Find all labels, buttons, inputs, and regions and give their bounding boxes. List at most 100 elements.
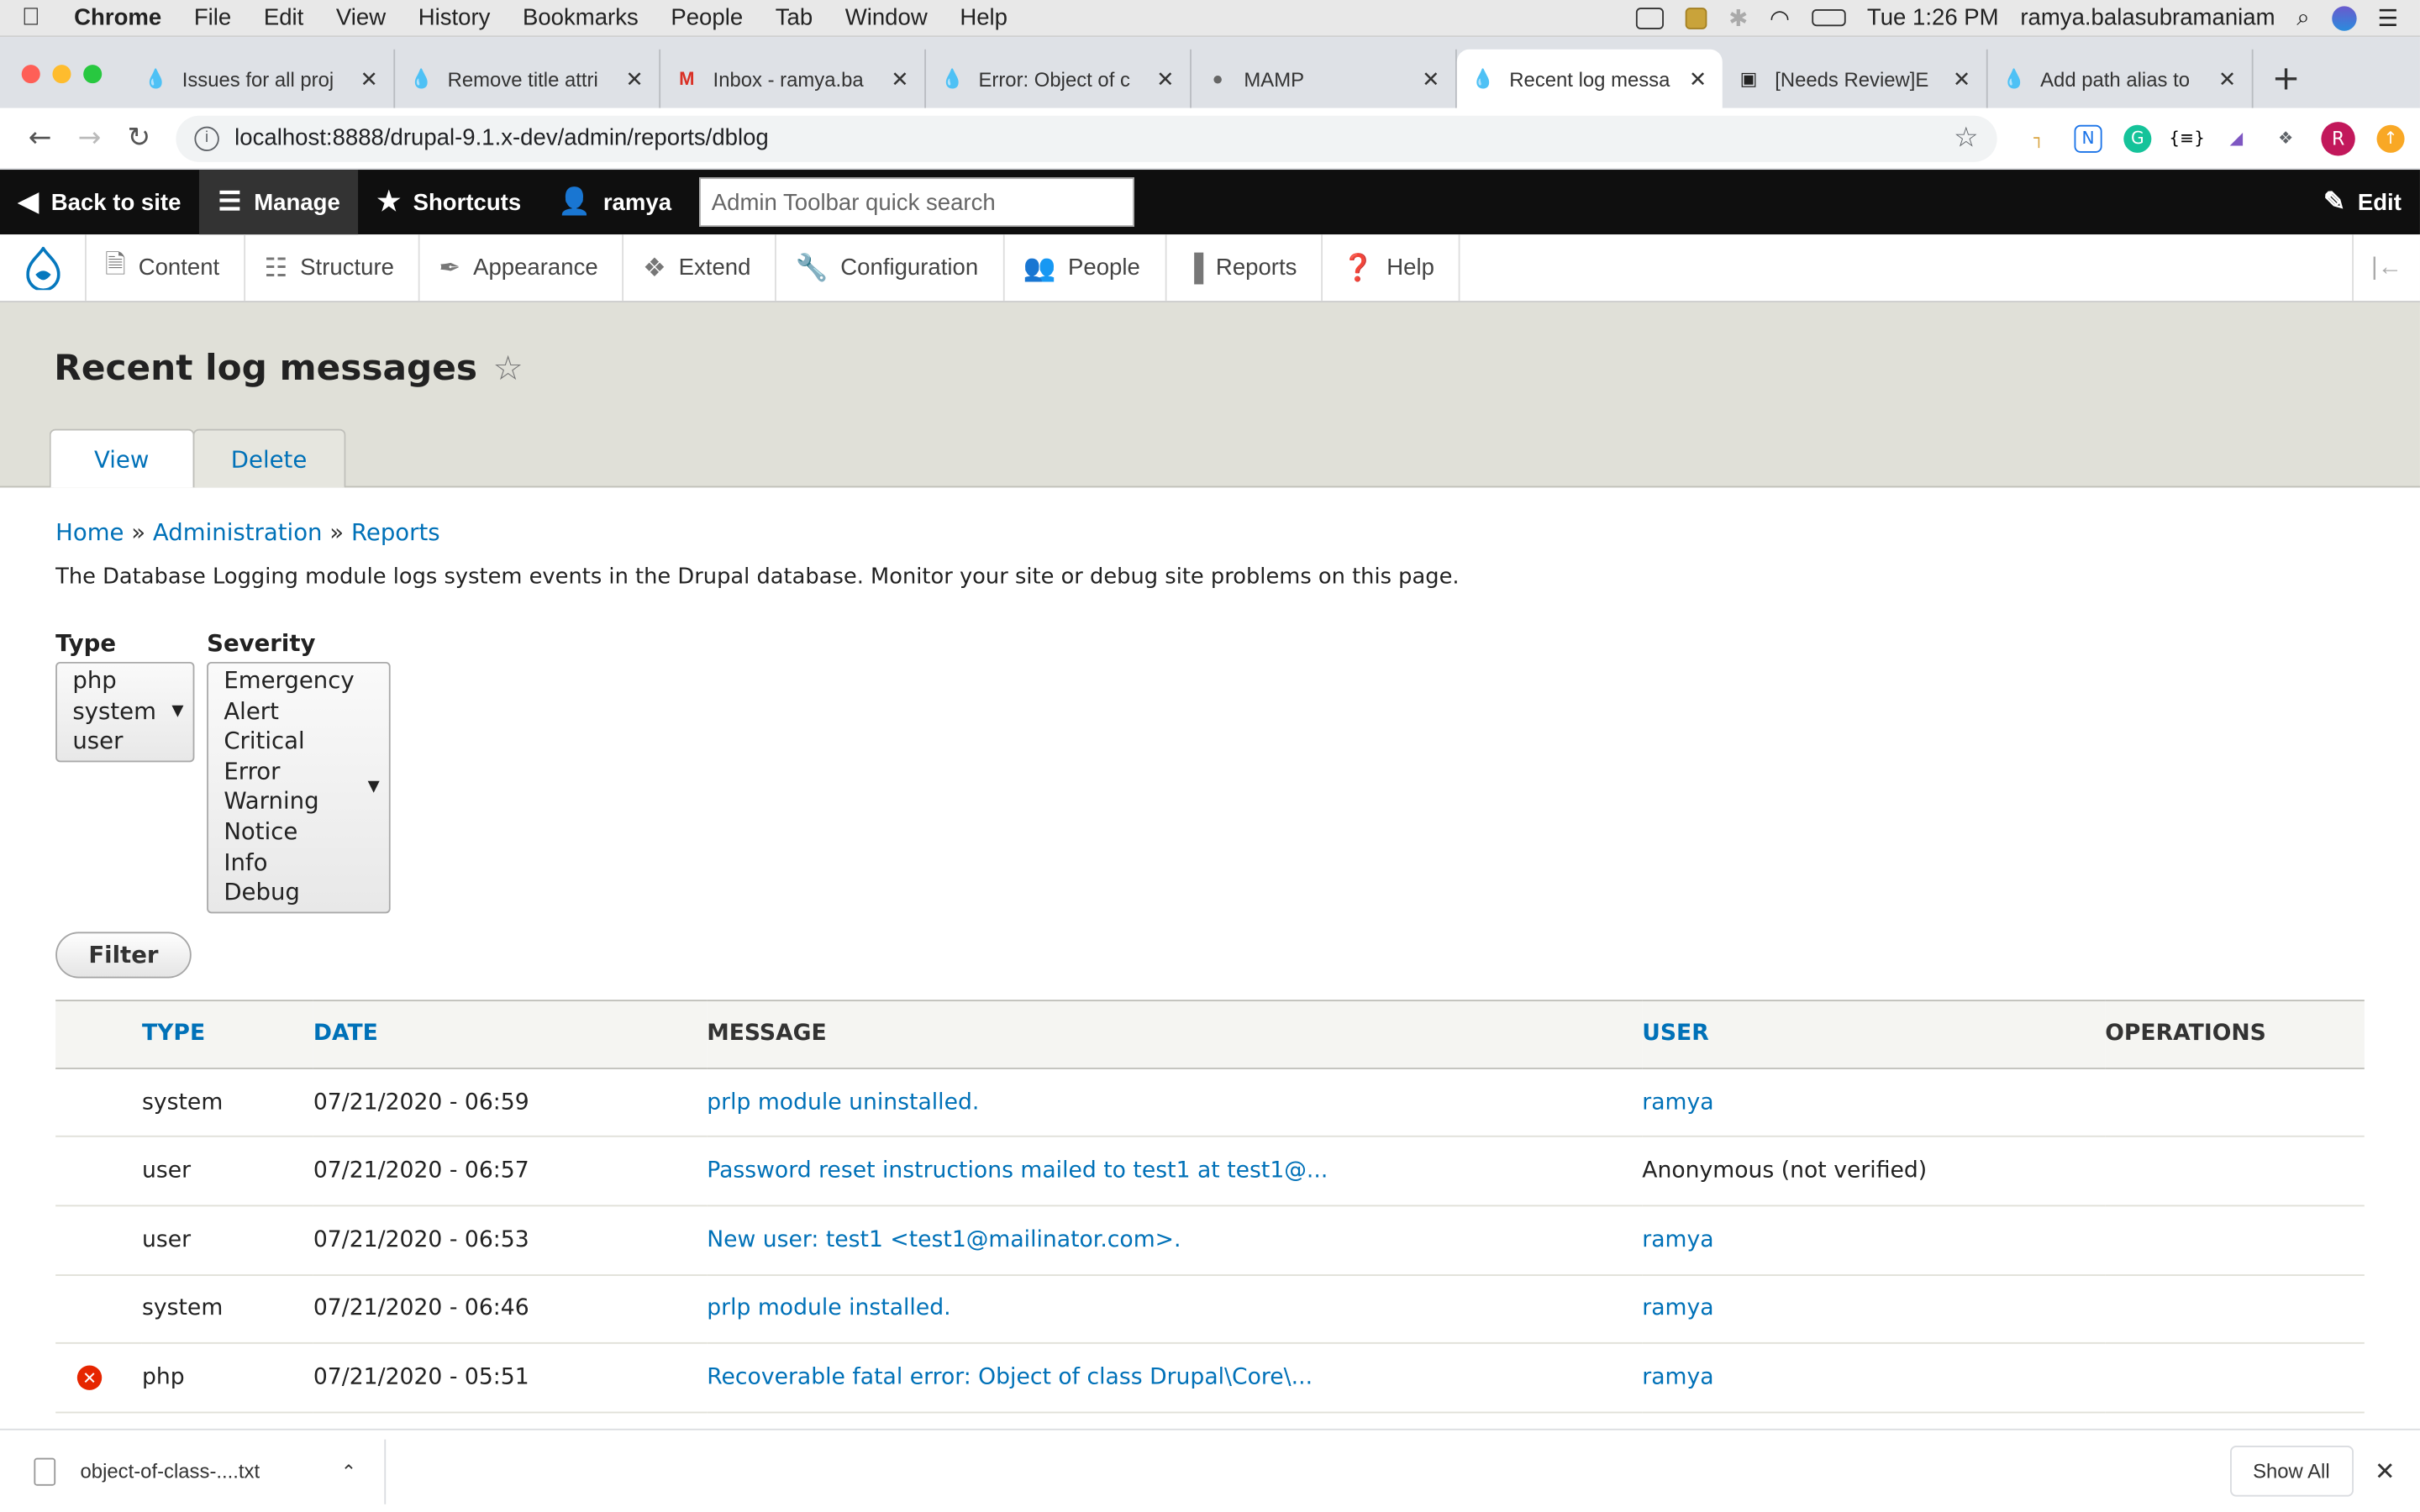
shortcuts-tab[interactable]: ★ Shortcuts — [359, 170, 539, 234]
menu-history[interactable]: History — [418, 5, 491, 31]
bookmark-star-icon[interactable]: ☆ — [1954, 122, 1979, 155]
header-user[interactable]: User — [1642, 1000, 2105, 1068]
url-text[interactable]: localhost:8888/drupal-9.1.x-dev/admin/re… — [234, 125, 769, 151]
shield-icon[interactable] — [1685, 7, 1707, 29]
browser-tab[interactable]: M Inbox - ramya.ba ✕ — [660, 49, 927, 108]
back-to-site-link[interactable]: ◀ Back to site — [0, 170, 199, 234]
tab-close-icon[interactable]: ✕ — [891, 66, 909, 92]
close-downloads-icon[interactable]: ✕ — [2375, 1456, 2396, 1487]
tab-close-icon[interactable]: ✕ — [360, 66, 378, 92]
browser-tab-active[interactable]: 💧 Recent log messa ✕ — [1456, 49, 1723, 108]
extensions-puzzle-icon[interactable]: ❖ — [2272, 124, 2300, 152]
header-date[interactable]: Date — [313, 1000, 707, 1068]
menubar-clock[interactable]: Tue 1:26 PM — [1867, 5, 1999, 31]
browser-tab[interactable]: 💧 Remove title attri ✕ — [395, 49, 661, 108]
browser-tab[interactable]: ● MAMP ✕ — [1192, 49, 1457, 108]
filter-button[interactable]: Filter — [55, 931, 192, 979]
breadcrumb-administration[interactable]: Administration — [153, 518, 323, 546]
browser-tab[interactable]: 💧 Issues for all proj ✕ — [129, 49, 396, 108]
menu-file[interactable]: File — [194, 5, 231, 31]
tab-close-icon[interactable]: ✕ — [1689, 66, 1707, 92]
bluetooth-icon[interactable]: ✱ — [1728, 4, 1748, 31]
new-tab-button[interactable]: + — [2254, 60, 2319, 108]
extension-chart-icon[interactable]: ◢ — [2223, 124, 2250, 152]
severity-select[interactable]: Emergency Alert Critical Error Warning N… — [207, 661, 391, 913]
admin-toolbar-search-input[interactable]: Admin Toolbar quick search — [699, 177, 1135, 227]
screen-capture-icon[interactable] — [1636, 7, 1665, 29]
menu-edit[interactable]: Edit — [264, 5, 303, 31]
type-select[interactable]: php system user ▼ — [55, 661, 195, 762]
header-type[interactable]: Type — [142, 1000, 313, 1068]
minimize-window-button[interactable] — [52, 65, 71, 84]
edit-tab[interactable]: ✎ Edit — [2305, 170, 2420, 234]
menu-bookmarks[interactable]: Bookmarks — [523, 5, 639, 31]
profile-avatar[interactable]: R — [2321, 121, 2355, 155]
menu-window[interactable]: Window — [845, 5, 928, 31]
tray-people[interactable]: 👥 People — [1004, 234, 1167, 302]
spotlight-search-icon[interactable]: ⌕ — [2296, 5, 2309, 31]
browser-tab[interactable]: ▣ [Needs Review]E ✕ — [1723, 49, 1988, 108]
severity-option[interactable]: Info — [224, 848, 373, 878]
type-option[interactable]: system — [72, 696, 177, 727]
tray-content[interactable]: 🗎 Content — [87, 234, 246, 302]
tray-help[interactable]: ❓ Help — [1323, 234, 1461, 302]
tray-structure[interactable]: ☷ Structure — [245, 234, 421, 302]
back-arrow-icon[interactable]: ← — [15, 122, 65, 155]
tab-close-icon[interactable]: ✕ — [1422, 66, 1440, 92]
type-option[interactable]: user — [72, 727, 177, 757]
row-message-link[interactable]: prlp module uninstalled. — [707, 1090, 979, 1115]
severity-option[interactable]: Critical — [224, 727, 373, 757]
tab-close-icon[interactable]: ✕ — [625, 66, 644, 92]
row-message-link[interactable]: New user: test1 <test1@mailinator.com>. — [707, 1228, 1181, 1252]
tab-delete[interactable]: Delete — [192, 428, 346, 488]
browser-tab[interactable]: 💧 Add path alias to ✕ — [1988, 49, 2254, 108]
chevron-up-icon[interactable]: ⌃ — [341, 1460, 356, 1482]
apple-icon[interactable]:  — [22, 4, 40, 32]
type-option[interactable]: php — [72, 666, 177, 696]
row-message-link[interactable]: prlp module installed. — [707, 1296, 950, 1320]
tab-close-icon[interactable]: ✕ — [1156, 66, 1175, 92]
breadcrumb-reports[interactable]: Reports — [351, 518, 440, 546]
severity-option[interactable]: Debug — [224, 878, 373, 908]
site-info-icon[interactable]: i — [194, 125, 219, 151]
close-window-button[interactable] — [21, 65, 40, 84]
menu-view[interactable]: View — [336, 5, 386, 31]
row-user-link[interactable]: ramya — [1642, 1365, 1713, 1389]
row-message-link[interactable]: Password reset instructions mailed to te… — [707, 1159, 1328, 1184]
severity-option[interactable]: Warning — [224, 787, 373, 817]
tab-close-icon[interactable]: ✕ — [1953, 66, 1971, 92]
row-user-link[interactable]: ramya — [1642, 1228, 1713, 1252]
tray-configuration[interactable]: 🔧 Configuration — [777, 234, 1005, 302]
severity-option[interactable]: Error — [224, 757, 373, 787]
battery-icon[interactable] — [1811, 9, 1846, 27]
tray-reports[interactable]: ▐ Reports — [1166, 234, 1323, 302]
tray-orientation-toggle-icon[interactable]: |← — [2352, 234, 2420, 302]
extension-ruler-icon[interactable]: ┐ — [2025, 124, 2053, 152]
menu-app[interactable]: Chrome — [74, 5, 161, 31]
tray-extend[interactable]: ❖ Extend — [624, 234, 777, 302]
zoom-window-button[interactable] — [83, 65, 103, 84]
reload-icon[interactable]: ↻ — [114, 122, 164, 155]
download-filename[interactable]: object-of-class-....txt — [81, 1460, 260, 1483]
menu-tab[interactable]: Tab — [776, 5, 813, 31]
row-user-link[interactable]: ramya — [1642, 1090, 1713, 1115]
user-tab[interactable]: 👤 ramya — [539, 170, 690, 234]
menu-people[interactable]: People — [671, 5, 743, 31]
forward-arrow-icon[interactable]: → — [65, 122, 114, 155]
menu-help[interactable]: Help — [960, 5, 1007, 31]
manage-tab[interactable]: ☰ Manage — [199, 170, 359, 235]
tab-close-icon[interactable]: ✕ — [2218, 66, 2237, 92]
siri-icon[interactable] — [2331, 5, 2356, 30]
browser-tab[interactable]: 💧 Error: Object of c ✕ — [926, 49, 1192, 108]
row-user-link[interactable]: ramya — [1642, 1296, 1713, 1320]
notification-center-icon[interactable]: ☰ — [2378, 4, 2399, 31]
json-viewer-icon[interactable]: {≡} — [2169, 124, 2205, 152]
address-bar[interactable]: i localhost:8888/drupal-9.1.x-dev/admin/… — [176, 114, 1997, 161]
extension-update-icon[interactable]: ↑ — [2376, 123, 2405, 152]
add-to-shortcuts-star-icon[interactable]: ☆ — [492, 349, 523, 388]
breadcrumb-home[interactable]: Home — [55, 518, 124, 546]
severity-option[interactable]: Emergency — [224, 666, 373, 696]
wifi-icon[interactable]: ◠ — [1770, 4, 1790, 31]
drupal-logo-icon[interactable] — [0, 234, 87, 302]
severity-option[interactable]: Notice — [224, 817, 373, 848]
